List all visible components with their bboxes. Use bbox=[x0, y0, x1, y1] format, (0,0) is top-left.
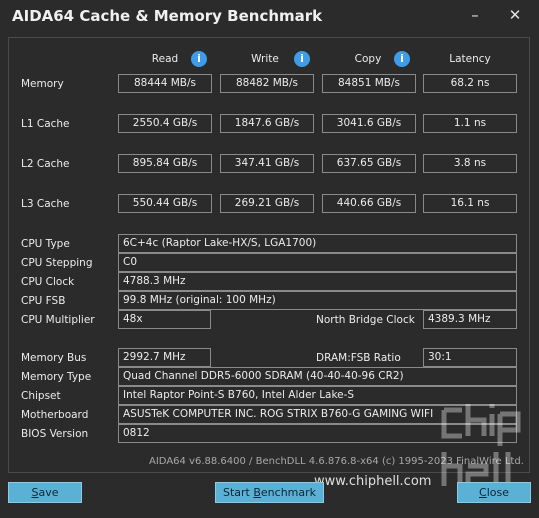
l2-write-value: 347.41 GB/s bbox=[220, 154, 314, 173]
close-accelerator: C bbox=[479, 486, 487, 499]
cpu-stepping-value: C0 bbox=[118, 253, 517, 272]
cpu-fsb-value: 99.8 MHz (original: 100 MHz) bbox=[118, 291, 517, 310]
chipset-label: Chipset bbox=[21, 390, 61, 402]
dram-fsb-ratio-label: DRAM:FSB Ratio bbox=[316, 352, 401, 364]
cpu-stepping-label: CPU Stepping bbox=[21, 257, 93, 269]
watermark-url: www.chiphell.com bbox=[314, 474, 432, 489]
l3-write-value: 269.21 GB/s bbox=[220, 194, 314, 213]
memory-copy-value: 84851 MB/s bbox=[322, 74, 416, 93]
l2-copy-value: 637.65 GB/s bbox=[322, 154, 416, 173]
cpu-fsb-label: CPU FSB bbox=[21, 295, 66, 307]
l2-read-value: 895.84 GB/s bbox=[118, 154, 212, 173]
cpu-type-label: CPU Type bbox=[21, 238, 70, 250]
row-label-l1: L1 Cache bbox=[21, 118, 70, 130]
close-button[interactable]: Close bbox=[457, 482, 531, 503]
l1-copy-value: 3041.6 GB/s bbox=[322, 114, 416, 133]
row-label-memory: Memory bbox=[21, 78, 64, 90]
header-write: Write bbox=[251, 53, 279, 65]
north-bridge-clock-value: 4389.3 MHz bbox=[423, 310, 517, 329]
close-label: lose bbox=[486, 486, 509, 499]
l3-copy-value: 440.66 GB/s bbox=[322, 194, 416, 213]
read-info-icon[interactable]: i bbox=[191, 51, 207, 67]
memory-bus-label: Memory Bus bbox=[21, 352, 87, 364]
header-copy: Copy bbox=[354, 53, 382, 65]
dram-fsb-ratio-value: 30:1 bbox=[423, 348, 517, 367]
copy-info-icon[interactable]: i bbox=[394, 51, 410, 67]
memory-latency-value: 68.2 ns bbox=[423, 74, 517, 93]
memory-bus-value: 2992.7 MHz bbox=[118, 348, 211, 367]
close-window-button[interactable]: ✕ bbox=[503, 4, 527, 26]
bios-version-label: BIOS Version bbox=[21, 428, 89, 440]
start-accelerator: B bbox=[253, 486, 261, 499]
header-read: Read bbox=[151, 53, 179, 65]
memory-read-value: 88444 MB/s bbox=[118, 74, 212, 93]
cpu-clock-value: 4788.3 MHz bbox=[118, 272, 517, 291]
memory-type-label: Memory Type bbox=[21, 371, 92, 383]
cpu-multiplier-label: CPU Multiplier bbox=[21, 314, 95, 326]
motherboard-label: Motherboard bbox=[21, 409, 89, 421]
save-label: ave bbox=[38, 486, 59, 499]
l3-latency-value: 16.1 ns bbox=[423, 194, 517, 213]
cpu-type-value: 6C+4c (Raptor Lake-HX/S, LGA1700) bbox=[118, 234, 517, 253]
title-bar: AIDA64 Cache & Memory Benchmark – ✕ bbox=[0, 0, 539, 34]
start-benchmark-button[interactable]: Start Benchmark bbox=[215, 482, 324, 503]
l3-read-value: 550.44 GB/s bbox=[118, 194, 212, 213]
save-button[interactable]: Save bbox=[8, 482, 82, 503]
memory-type-value: Quad Channel DDR5-6000 SDRAM (40-40-40-9… bbox=[118, 367, 517, 386]
row-label-l3: L3 Cache bbox=[21, 198, 70, 210]
north-bridge-clock-label: North Bridge Clock bbox=[316, 314, 415, 326]
l1-read-value: 2550.4 GB/s bbox=[118, 114, 212, 133]
write-info-icon[interactable]: i bbox=[294, 51, 310, 67]
header-latency: Latency bbox=[449, 53, 491, 65]
l1-latency-value: 1.1 ns bbox=[423, 114, 517, 133]
l1-write-value: 1847.6 GB/s bbox=[220, 114, 314, 133]
cpu-clock-label: CPU Clock bbox=[21, 276, 75, 288]
minimize-button[interactable]: – bbox=[463, 4, 487, 26]
start-label-post: enchmark bbox=[260, 486, 317, 499]
row-label-l2: L2 Cache bbox=[21, 158, 70, 170]
cpu-multiplier-value: 48x bbox=[118, 310, 211, 329]
start-label-pre: Start bbox=[222, 486, 254, 499]
memory-write-value: 88482 MB/s bbox=[220, 74, 314, 93]
l2-latency-value: 3.8 ns bbox=[423, 154, 517, 173]
window-title: AIDA64 Cache & Memory Benchmark bbox=[12, 7, 323, 25]
